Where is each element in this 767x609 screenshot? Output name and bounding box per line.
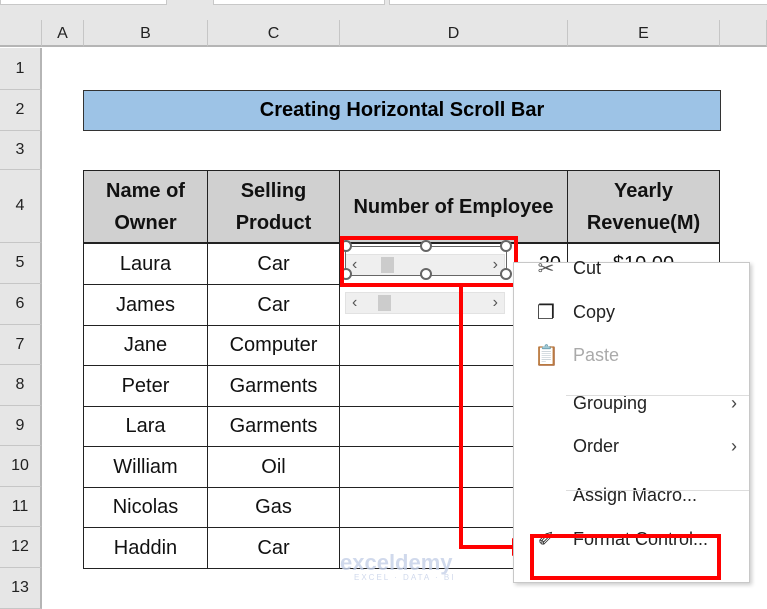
menu-item-assign-macro[interactable]: Assign Macro... — [514, 475, 749, 515]
row-header-10[interactable]: 10 — [0, 446, 42, 487]
formula-bar-area — [0, 0, 767, 20]
col-header-f[interactable] — [720, 20, 767, 47]
header-cell[interactable]: Selling Product — [207, 170, 340, 243]
row-header-1[interactable]: 1 — [0, 48, 42, 90]
scroll-right-icon[interactable]: › — [493, 293, 498, 313]
row-header-9[interactable]: 9 — [0, 406, 42, 446]
menu-item-grouping[interactable]: Grouping › — [514, 383, 749, 423]
scissors-icon: ✂ — [537, 257, 555, 280]
col-header-c[interactable]: C — [208, 20, 340, 47]
menu-item-paste[interactable]: 📋 Paste — [514, 335, 749, 375]
highlight-box-format-control — [530, 534, 721, 580]
cell-owner[interactable]: Lara — [83, 406, 208, 447]
menu-item-order[interactable]: Order › — [514, 426, 749, 466]
chevron-right-icon: › — [731, 435, 737, 456]
row-header-7[interactable]: 7 — [0, 325, 42, 365]
row-header-3[interactable]: 3 — [0, 131, 42, 170]
cell-owner[interactable]: Haddin — [83, 527, 208, 569]
horizontal-scroll-bar[interactable]: ‹ › — [345, 292, 505, 314]
row-header-2[interactable]: 2 — [0, 90, 42, 131]
highlight-box-scrollbar — [340, 236, 518, 287]
paste-icon: 📋 — [534, 344, 559, 367]
row-header-8[interactable]: 8 — [0, 365, 42, 406]
annotation-arrow-line — [459, 287, 463, 549]
row-header-4[interactable]: 4 — [0, 170, 42, 243]
scroll-left-icon[interactable]: ‹ — [352, 293, 357, 313]
cell-owner[interactable]: William — [83, 446, 208, 488]
scroll-thumb[interactable] — [378, 295, 391, 311]
menu-item-copy[interactable]: ❐ Copy — [514, 292, 749, 332]
copy-icon: ❐ — [537, 301, 555, 324]
col-header-d[interactable]: D — [340, 20, 568, 47]
cell-product[interactable]: Car — [207, 243, 340, 285]
cell-product[interactable]: Garments — [207, 365, 340, 407]
select-all-corner[interactable] — [0, 20, 42, 47]
cell-owner[interactable]: James — [83, 284, 208, 326]
col-header-a[interactable]: A — [42, 20, 84, 47]
cell-product[interactable]: Garments — [207, 406, 340, 447]
menu-separator — [566, 395, 749, 396]
cell-owner[interactable]: Laura — [83, 243, 208, 285]
row-header-13[interactable]: 13 — [0, 568, 42, 609]
cell-product[interactable]: Computer — [207, 325, 340, 366]
cell-product[interactable]: Car — [207, 284, 340, 326]
cell-owner[interactable]: Peter — [83, 365, 208, 407]
annotation-arrow-line — [459, 545, 517, 549]
header-cell[interactable]: Name of Owner — [83, 170, 208, 243]
menu-item-cut[interactable]: ✂ Cut — [514, 248, 749, 288]
col-header-b[interactable]: B — [84, 20, 208, 47]
header-cell[interactable]: Yearly Revenue(M) — [567, 170, 720, 243]
row-header-12[interactable]: 12 — [0, 527, 42, 568]
menu-separator — [566, 490, 749, 491]
cell-product[interactable]: Oil — [207, 446, 340, 488]
row-header-5[interactable]: 5 — [0, 243, 42, 284]
row-header-11[interactable]: 11 — [0, 487, 42, 527]
watermark: exceldemy EXCEL · DATA · BI — [340, 550, 456, 582]
cell-product[interactable]: Gas — [207, 487, 340, 528]
col-header-e[interactable]: E — [568, 20, 720, 47]
header-cell[interactable]: Number of Employee — [339, 170, 568, 243]
cell-owner[interactable]: Nicolas — [83, 487, 208, 528]
row-header-6[interactable]: 6 — [0, 284, 42, 325]
sheet-title: Creating Horizontal Scroll Bar — [83, 90, 721, 131]
cell-owner[interactable]: Jane — [83, 325, 208, 366]
